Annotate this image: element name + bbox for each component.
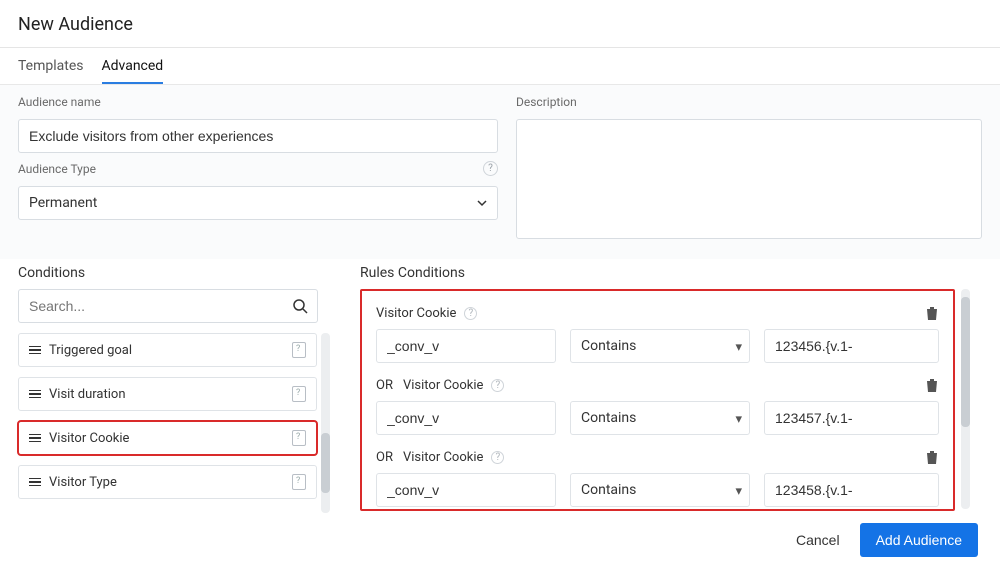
help-icon[interactable]: ? [491, 451, 504, 464]
audience-type-label-text: Audience Type [18, 162, 96, 176]
audience-type-select[interactable]: Permanent [18, 186, 498, 220]
form-area: Audience name Audience Type ? Permanent … [0, 85, 1000, 259]
condition-item-visitor-type[interactable]: Visitor Type [18, 465, 317, 499]
help-icon[interactable]: ? [464, 307, 477, 320]
condition-item-visitor-cookie[interactable]: Visitor Cookie [18, 421, 317, 455]
condition-item-visit-duration[interactable]: Visit duration [18, 377, 317, 411]
rule-head-label: Visitor Cookie [403, 450, 483, 465]
scrollbar-thumb[interactable] [321, 433, 330, 493]
audience-name-label: Audience name [18, 95, 498, 109]
drag-icon [29, 346, 41, 355]
scrollbar-thumb[interactable] [961, 297, 970, 427]
tabs-bar: Templates Advanced [0, 48, 1000, 85]
conditions-list: Triggered goal Visit duration Visitor Co… [18, 333, 317, 513]
description-label: Description [516, 95, 982, 109]
rule-operator-select[interactable]: Contains [570, 329, 750, 363]
rules-scrollbar[interactable] [961, 289, 970, 509]
rules-title: Rules Conditions [360, 265, 982, 281]
rule-head-label: Visitor Cookie [376, 306, 456, 321]
footer: Cancel Add Audience [0, 513, 1000, 567]
help-icon[interactable]: ? [491, 379, 504, 392]
rule-value-input[interactable] [764, 401, 939, 435]
condition-label: Visitor Type [49, 475, 117, 490]
trash-icon[interactable] [925, 305, 939, 321]
conditions-scrollbar[interactable] [321, 333, 330, 513]
drag-icon [29, 390, 41, 399]
caret-down-icon: ▾ [735, 340, 742, 355]
rule-value-input[interactable] [764, 473, 939, 507]
rule-cookie-input[interactable] [376, 473, 556, 507]
doc-help-icon[interactable] [292, 342, 306, 358]
rule-cookie-input[interactable] [376, 401, 556, 435]
trash-icon[interactable] [925, 377, 939, 393]
condition-label: Visit duration [49, 387, 126, 402]
description-input[interactable] [516, 119, 982, 239]
rule-or-label: OR [376, 378, 393, 393]
audience-type-label: Audience Type ? [18, 161, 498, 176]
rules-box: Visitor Cookie ? Contains▾ OR Visitor Co… [360, 289, 955, 511]
rule-cookie-input[interactable] [376, 329, 556, 363]
rule-or-label: OR [376, 450, 393, 465]
rule-value-input[interactable] [764, 329, 939, 363]
doc-help-icon[interactable] [292, 430, 306, 446]
add-audience-button[interactable]: Add Audience [860, 523, 978, 557]
cancel-button[interactable]: Cancel [796, 532, 840, 548]
condition-item-triggered-goal[interactable]: Triggered goal [18, 333, 317, 367]
rule-operator-select[interactable]: Contains [570, 473, 750, 507]
audience-name-input[interactable] [18, 119, 498, 153]
drag-icon [29, 434, 41, 443]
rule-block-2: OR Visitor Cookie ? Contains▾ [376, 377, 939, 435]
conditions-search-input[interactable] [18, 289, 318, 323]
page-title: New Audience [0, 0, 1000, 48]
condition-label: Visitor Cookie [49, 431, 129, 446]
conditions-title: Conditions [18, 265, 330, 281]
rule-block-3: OR Visitor Cookie ? Contains▾ [376, 449, 939, 507]
caret-down-icon: ▾ [735, 484, 742, 499]
caret-down-icon: ▾ [735, 412, 742, 427]
tab-advanced[interactable]: Advanced [102, 48, 164, 84]
condition-label: Triggered goal [49, 343, 132, 358]
trash-icon[interactable] [925, 449, 939, 465]
drag-icon [29, 478, 41, 487]
search-icon [292, 298, 308, 314]
rule-operator-select[interactable]: Contains [570, 401, 750, 435]
rule-block-1: Visitor Cookie ? Contains▾ [376, 305, 939, 363]
tab-templates[interactable]: Templates [18, 48, 84, 84]
doc-help-icon[interactable] [292, 474, 306, 490]
doc-help-icon[interactable] [292, 386, 306, 402]
rule-head-label: Visitor Cookie [403, 378, 483, 393]
help-icon[interactable]: ? [483, 161, 498, 176]
